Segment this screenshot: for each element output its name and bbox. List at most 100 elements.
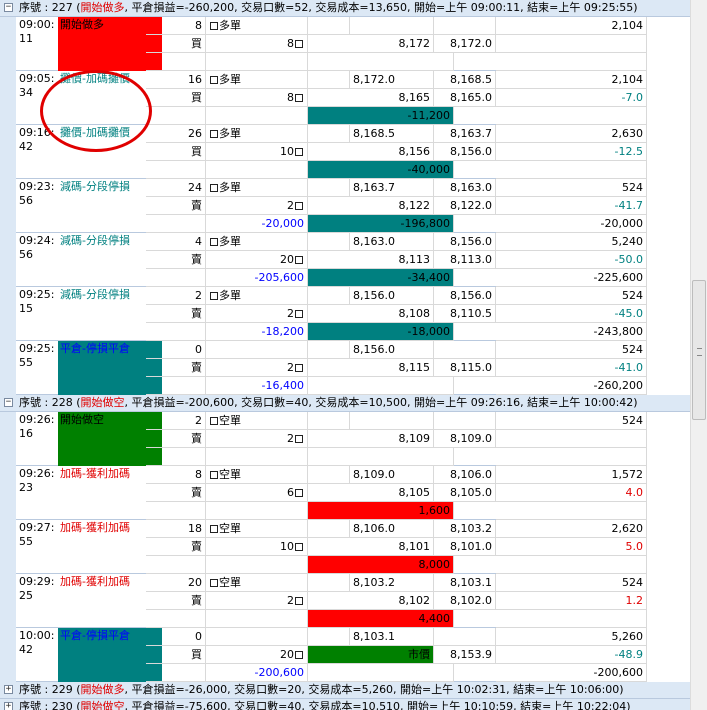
fill-price-decimal: 8,113.0 bbox=[434, 251, 496, 269]
scrollbar-thumb[interactable] bbox=[692, 280, 706, 420]
cumulative-pnl bbox=[496, 107, 647, 125]
order-direction-text: 賣 bbox=[191, 540, 202, 553]
fill-price-decimal-text: 8,102.0 bbox=[450, 594, 492, 607]
pnl-bar-text: 4,400 bbox=[418, 612, 451, 625]
group-prefix: 序號 : 228 ( bbox=[19, 396, 81, 409]
fill-price: 8,109 bbox=[308, 430, 434, 448]
avg-price: 8,168.5 bbox=[434, 71, 496, 89]
margin-value: 5,240 bbox=[496, 233, 647, 251]
time-hm: 09:29: bbox=[19, 575, 55, 588]
order-lots: 6 bbox=[206, 484, 308, 502]
trade-row[interactable]: 10:00: 42 平倉-停損平倉 0 8,103.1 5,260 買 20 市價 8,153.9… bbox=[16, 628, 647, 682]
order-direction-text: 賣 bbox=[191, 361, 202, 374]
blank-cell bbox=[308, 125, 350, 143]
trade-row[interactable]: 09:05: 34 攤價-加碼攤價 16 多單 8,172.0 8,168.5 2,104 買 8… bbox=[16, 71, 647, 125]
margin-value: 1,572 bbox=[496, 466, 647, 484]
trade-log-grid: − 序號 : 227 (開始做多, 平倉損益=-260,200, 交易口數=52,… bbox=[0, 0, 690, 710]
point-change: -48.9 bbox=[496, 646, 647, 664]
order-lots-text: 2 bbox=[287, 594, 294, 607]
trade-row[interactable]: 09:27: 55 加碼-獲利加碼 18 空單 8,106.0 8,103.2 2,620 賣 1… bbox=[16, 520, 647, 574]
row-indent bbox=[0, 628, 16, 682]
entry-price: 8,156.0 bbox=[350, 287, 434, 305]
margin-value-text: 2,630 bbox=[611, 127, 644, 140]
trade-row[interactable]: 09:26: 23 加碼-獲利加碼 8 空單 8,109.0 8,106.0 1,572 賣 6 8… bbox=[16, 466, 647, 520]
collapse-icon[interactable]: − bbox=[4, 3, 13, 12]
fill-price-decimal-text: 8,105.0 bbox=[450, 486, 492, 499]
group-header[interactable]: − 序號 : 228 (開始做空, 平倉損益=-200,600, 交易口數=40,… bbox=[0, 395, 690, 412]
realized-pnl: -205,600 bbox=[206, 269, 308, 287]
row-indent bbox=[0, 287, 16, 341]
fill-price: 8,165 bbox=[308, 89, 434, 107]
pnl-bar-text: -40,000 bbox=[407, 163, 450, 176]
cumulative-pnl bbox=[496, 161, 647, 179]
group-header[interactable]: + 序號 : 229 (開始做多, 平倉損益=-26,000, 交易口數=20, … bbox=[0, 682, 690, 699]
trade-row[interactable]: 09:00: 11 開始做多 8 多單 2,104 買 8 8,172 8,172.0 bbox=[16, 17, 647, 71]
blank-cell bbox=[308, 466, 350, 484]
position-side: 多單 bbox=[206, 287, 308, 305]
fill-price-text: 8,108 bbox=[398, 307, 431, 320]
group-summary: 序號 : 230 (開始做空, 平倉損益=-75,600, 交易口數=40, 交… bbox=[19, 699, 631, 710]
entry-price: 8,156.0 bbox=[350, 341, 434, 359]
blank-cell bbox=[308, 628, 350, 646]
margin-value-text: 524 bbox=[622, 343, 643, 356]
realized-pnl bbox=[206, 161, 308, 179]
position-qty: 2 bbox=[146, 287, 206, 305]
realized-pnl bbox=[206, 610, 308, 628]
trade-row[interactable]: 09:26: 16 開始做空 2 空單 524 賣 2 8,109 8,109.0 bbox=[16, 412, 647, 466]
group-header[interactable]: − 序號 : 227 (開始做多, 平倉損益=-260,200, 交易口數=52,… bbox=[0, 0, 690, 17]
entry-price: 8,168.5 bbox=[350, 125, 434, 143]
avg-price: 8,103.1 bbox=[434, 574, 496, 592]
position-qty-text: 8 bbox=[195, 19, 202, 32]
margin-value: 524 bbox=[496, 179, 647, 197]
position-qty-text: 18 bbox=[188, 522, 202, 535]
point-change-text: -12.5 bbox=[614, 145, 643, 158]
side-text: 多單 bbox=[219, 181, 241, 194]
trade-row[interactable]: 09:16: 42 攤價-加碼攤價 26 多單 8,168.5 8,163.7 2,630 買 1… bbox=[16, 125, 647, 179]
expand-icon[interactable]: + bbox=[4, 702, 13, 710]
entry-price bbox=[350, 17, 434, 35]
position-qty: 20 bbox=[146, 574, 206, 592]
realized-pnl: -200,600 bbox=[206, 664, 308, 682]
group-header[interactable]: + 序號 : 230 (開始做空, 平倉損益=-75,600, 交易口數=40, … bbox=[0, 699, 690, 710]
fill-price: 8,156 bbox=[308, 143, 434, 161]
fill-price: 市價 bbox=[308, 646, 434, 664]
vertical-scrollbar[interactable] bbox=[690, 0, 707, 710]
margin-value-text: 5,240 bbox=[611, 235, 644, 248]
group-kind: 開始做空 bbox=[80, 396, 125, 409]
point-change-text: -45.0 bbox=[614, 307, 643, 320]
fill-price-text: 8,122 bbox=[398, 199, 431, 212]
trade-time: 09:26: 23 bbox=[19, 467, 55, 495]
cumulative-pnl: -225,600 bbox=[496, 269, 647, 287]
realized-pnl-text: -16,400 bbox=[261, 379, 304, 392]
entry-price-text: 8,156.0 bbox=[353, 343, 395, 356]
trade-row[interactable]: 09:24: 56 減碼-分段停損 4 多單 8,163.0 8,156.0 5,240 賣 20… bbox=[16, 233, 647, 287]
pnl-bar bbox=[308, 664, 454, 682]
position-qty: 26 bbox=[146, 125, 206, 143]
time-hm: 09:25: bbox=[19, 288, 55, 301]
trade-row[interactable]: 09:25: 15 減碼-分段停損 2 多單 8,156.0 8,156.0 524 賣 2 8,1… bbox=[16, 287, 647, 341]
trade-row[interactable]: 09:29: 25 加碼-獲利加碼 20 空單 8,103.2 8,103.1 524 賣 2 8,… bbox=[16, 574, 647, 628]
blank-cell bbox=[146, 53, 206, 71]
fill-price-decimal: 8,105.0 bbox=[434, 484, 496, 502]
trade-row[interactable]: 09:25: 55 平倉-停損平倉 0 8,156.0 524 賣 2 8,115 8,115.0… bbox=[16, 341, 647, 395]
pnl-bar bbox=[308, 53, 454, 71]
expand-icon[interactable]: + bbox=[4, 685, 13, 694]
position-qty-text: 2 bbox=[195, 414, 202, 427]
group-kind: 開始做多 bbox=[80, 1, 125, 14]
side-text: 多單 bbox=[219, 127, 241, 140]
avg-price-text: 8,168.5 bbox=[450, 73, 492, 86]
collapse-icon[interactable]: − bbox=[4, 398, 13, 407]
margin-value: 5,260 bbox=[496, 628, 647, 646]
time-hm: 09:05: bbox=[19, 72, 55, 85]
avg-price-text: 8,103.1 bbox=[450, 576, 492, 589]
order-lots: 8 bbox=[206, 89, 308, 107]
group-kind: 開始做多 bbox=[80, 683, 125, 696]
entry-price: 8,103.1 bbox=[350, 628, 434, 646]
blank-cell bbox=[308, 341, 350, 359]
blank-cell bbox=[146, 610, 206, 628]
fill-price-decimal-text: 8,172.0 bbox=[450, 37, 492, 50]
order-lots-text: 20 bbox=[280, 648, 294, 661]
margin-value-text: 2,620 bbox=[611, 522, 644, 535]
trade-row[interactable]: 09:23: 56 減碼-分段停損 24 多單 8,163.7 8,163.0 524 賣 2 8,… bbox=[16, 179, 647, 233]
trade-time: 09:16: 42 bbox=[19, 126, 55, 154]
